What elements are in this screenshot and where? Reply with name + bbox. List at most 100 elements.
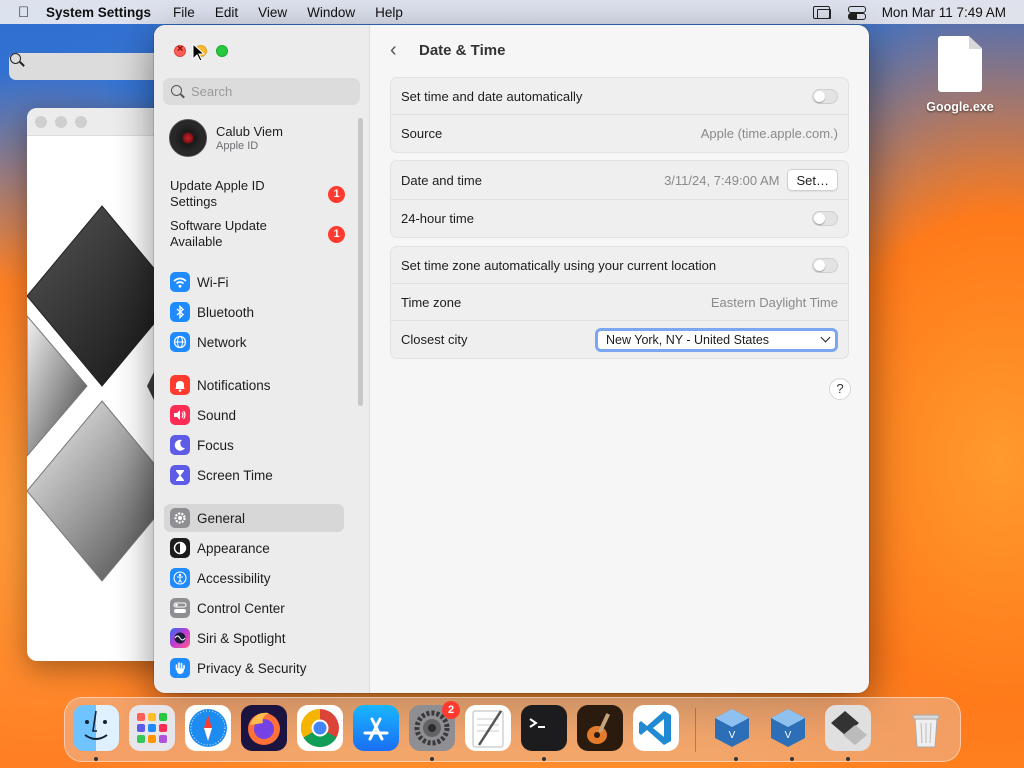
apple-logo-icon[interactable]: 	[18, 4, 46, 21]
notice-update-apple-id[interactable]: Update Apple ID Settings 1	[170, 178, 345, 210]
sidebar-item-label: Focus	[197, 437, 234, 453]
menu-help[interactable]: Help	[375, 5, 403, 20]
profile-subtitle: Apple ID	[216, 140, 259, 152]
sidebar-scrollbar[interactable]	[358, 118, 363, 406]
siri-icon	[170, 628, 190, 648]
time-zone-value: Eastern Daylight Time	[710, 294, 838, 310]
sidebar-item-wifi[interactable]: Wi-Fi	[164, 268, 344, 296]
sidebar-item-general[interactable]: General	[164, 504, 344, 532]
firefox-icon[interactable]	[241, 705, 287, 751]
notice-label: Update Apple ID Settings	[170, 178, 265, 209]
running-indicator	[734, 757, 738, 761]
window-minimize-button[interactable]	[55, 115, 67, 128]
garageband-icon[interactable]	[577, 705, 623, 751]
auto-time-label: Set time and date automatically	[401, 88, 583, 104]
date-time-label: Date and time	[401, 172, 482, 188]
menu-file[interactable]: File	[173, 5, 195, 20]
auto-time-row: Set time and date automatically	[391, 78, 848, 115]
menu-edit[interactable]: Edit	[215, 5, 238, 20]
virtualbox-icon[interactable]: V	[765, 705, 811, 751]
launchpad-icon[interactable]	[129, 705, 175, 751]
search-icon	[171, 84, 185, 99]
mouse-cursor-icon	[192, 43, 206, 62]
sidebar-item-siri-spotlight[interactable]: Siri & Spotlight	[164, 624, 344, 652]
desktop-file[interactable]: Google.exe	[920, 36, 1000, 114]
closest-city-select[interactable]: New York, NY - United States	[595, 327, 838, 352]
running-indicator	[430, 757, 434, 761]
notice-software-update[interactable]: Software Update Available 1	[170, 218, 345, 250]
hourglass-icon	[170, 465, 190, 485]
trash-icon[interactable]	[903, 705, 949, 751]
24-hour-label: 24-hour time	[401, 211, 474, 226]
search-field[interactable]	[163, 78, 360, 105]
window-zoom-button[interactable]	[216, 45, 228, 57]
help-button[interactable]: ?	[829, 378, 851, 400]
sidebar-item-appearance[interactable]: Appearance	[164, 534, 344, 562]
safari-icon[interactable]	[185, 705, 231, 751]
source-label: Source	[401, 126, 443, 141]
sidebar-item-focus[interactable]: Focus	[164, 431, 344, 459]
desktop-file-label: Google.exe	[926, 100, 994, 114]
window-zoom-button[interactable]	[75, 115, 87, 128]
sidebar-item-control-center[interactable]: Control Center	[164, 594, 344, 622]
dock-notification-badge: 2	[442, 701, 460, 719]
bell-icon	[170, 375, 190, 395]
notice-label: Software Update Available	[170, 218, 267, 249]
chrome-icon[interactable]	[297, 705, 343, 751]
search-input[interactable]	[191, 84, 351, 99]
sidebar-item-label: Sound	[197, 407, 237, 423]
finder-icon[interactable]	[73, 705, 119, 751]
source-row: Source Apple (time.apple.com.)	[391, 115, 848, 152]
sidebar-item-accessibility[interactable]: Accessibility	[164, 564, 344, 592]
menu-window[interactable]: Window	[307, 5, 355, 20]
textedit-icon[interactable]	[465, 705, 511, 751]
menu-clock[interactable]: Mon Mar 11 7:49 AM	[882, 5, 1006, 20]
closest-city-value: New York, NY - United States	[606, 332, 770, 347]
dock-separator	[695, 708, 696, 752]
sidebar-item-sound[interactable]: Sound	[164, 401, 344, 429]
time-zone-row: Time zone Eastern Daylight Time	[391, 284, 848, 321]
time-zone-label: Time zone	[401, 294, 462, 310]
control-center-icon[interactable]	[847, 5, 866, 20]
control-center-icon	[170, 598, 190, 618]
sidebar-item-notifications[interactable]: Notifications	[164, 371, 344, 399]
sidebar-item-screen-time[interactable]: Screen Time	[164, 461, 344, 489]
closest-city-label: Closest city	[401, 332, 468, 347]
sidebar-item-network[interactable]: Network	[164, 328, 344, 356]
auto-time-zone-toggle[interactable]	[812, 257, 838, 273]
boot-camp-icon[interactable]	[825, 705, 871, 751]
source-value: Apple (time.apple.com.)	[700, 126, 838, 141]
main-pane: ‹ Date & Time Set time and date automati…	[370, 25, 869, 693]
apple-id-profile[interactable]: Calub Viem Apple ID	[169, 119, 283, 157]
auto-time-zone-label: Set time zone automatically using your c…	[401, 257, 717, 273]
sidebar-item-privacy-security[interactable]: Privacy & Security	[164, 654, 344, 682]
sidebar-item-label: Wi-Fi	[197, 274, 229, 290]
sidebar-item-bluetooth[interactable]: Bluetooth	[164, 298, 344, 326]
menu-view[interactable]: View	[258, 5, 287, 20]
sidebar-item-label: Network	[197, 334, 247, 350]
sidebar-item-label: General	[197, 510, 246, 526]
time-zone-group: Set time zone automatically using your c…	[390, 246, 849, 359]
profile-name: Calub Viem	[216, 124, 283, 139]
running-indicator	[94, 757, 98, 761]
window-close-button[interactable]	[174, 43, 186, 57]
set-date-time-button[interactable]: Set…	[787, 169, 838, 191]
sidebar-item-label: Bluetooth	[197, 304, 255, 320]
sidebar-item-label: Privacy & Security	[197, 660, 307, 676]
24-hour-toggle[interactable]	[812, 211, 838, 226]
menu-app-name[interactable]: System Settings	[46, 5, 151, 20]
chevron-down-icon	[820, 332, 831, 343]
sidebar-item-label: Control Center	[197, 600, 285, 616]
terminal-icon[interactable]	[521, 705, 567, 751]
back-chevron-icon[interactable]: ‹	[390, 39, 397, 62]
sidebar-item-label: Appearance	[197, 540, 270, 556]
screen-mirroring-icon[interactable]	[812, 5, 831, 19]
app-store-icon[interactable]	[353, 705, 399, 751]
running-indicator	[846, 757, 850, 761]
running-indicator	[790, 757, 794, 761]
window-close-button[interactable]	[35, 115, 47, 128]
virtualbox-icon[interactable]: V	[709, 705, 755, 751]
vscode-icon[interactable]	[633, 705, 679, 751]
auto-time-toggle[interactable]	[812, 88, 838, 104]
notification-badge: 1	[328, 226, 345, 243]
